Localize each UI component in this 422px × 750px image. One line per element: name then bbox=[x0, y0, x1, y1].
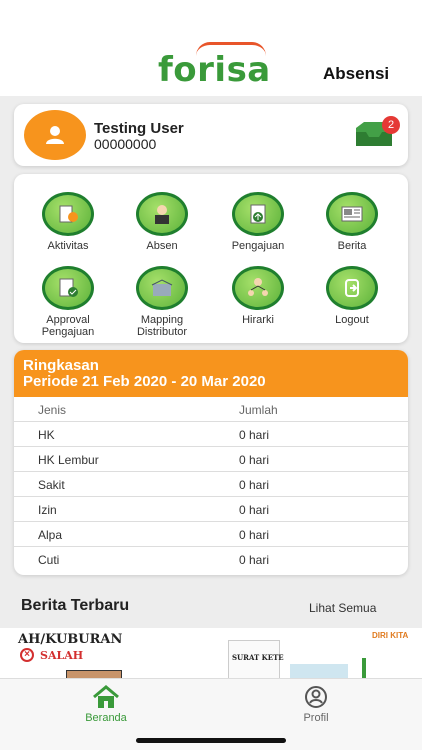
nav-label: Beranda bbox=[85, 712, 127, 724]
user-name: Testing User bbox=[94, 120, 184, 137]
menu-label: Logout bbox=[335, 314, 369, 326]
summary-period: Periode 21 Feb 2020 - 20 Mar 2020 bbox=[23, 373, 266, 390]
nav-label: Profil bbox=[303, 712, 329, 724]
menu-logout[interactable]: Logout bbox=[312, 266, 392, 326]
news-card[interactable]: SURAT KETE bbox=[228, 640, 284, 680]
news-carousel[interactable]: AH/KUBURAN × SALAH SURAT KETE DIRI KITA bbox=[0, 628, 422, 680]
row-value: 0 hari bbox=[239, 553, 270, 567]
table-header: Jenis Jumlah bbox=[14, 397, 408, 422]
row-value: 0 hari bbox=[239, 453, 270, 467]
table-row: HK 0 hari bbox=[14, 422, 408, 447]
approval-icon bbox=[42, 266, 94, 310]
avatar bbox=[24, 110, 86, 160]
brand-name: forisa bbox=[158, 50, 271, 90]
attendance-icon bbox=[136, 192, 188, 236]
news-thumb-sub: SALAH bbox=[40, 649, 84, 662]
row-type: Izin bbox=[38, 503, 57, 517]
summary-card: Ringkasan Periode 21 Feb 2020 - 20 Mar 2… bbox=[14, 350, 408, 575]
table-row: Cuti 0 hari bbox=[14, 547, 408, 572]
menu-mapping-distributor[interactable]: Mapping Distributor bbox=[122, 266, 202, 338]
menu-approval-pengajuan[interactable]: Approval Pengajuan bbox=[28, 266, 108, 338]
submission-icon bbox=[232, 192, 284, 236]
menu-label: Aktivitas bbox=[47, 240, 89, 252]
menu-label: Approval Pengajuan bbox=[41, 314, 95, 338]
row-type: Cuti bbox=[38, 553, 60, 567]
summary-title: Ringkasan bbox=[23, 357, 99, 374]
menu-berita[interactable]: Berita bbox=[312, 192, 392, 252]
row-type: Alpa bbox=[38, 528, 63, 542]
menu-pengajuan[interactable]: Pengajuan bbox=[218, 192, 298, 252]
menu-grid: Aktivitas Absen Pengajuan Berita Approva… bbox=[14, 174, 408, 343]
row-type: Sakit bbox=[38, 478, 65, 492]
hierarchy-icon bbox=[232, 266, 284, 310]
row-value: 0 hari bbox=[239, 528, 270, 542]
table-row: Alpa 0 hari bbox=[14, 522, 408, 547]
home-indicator[interactable] bbox=[136, 738, 286, 743]
column-jumlah: Jumlah bbox=[239, 403, 278, 417]
row-value: 0 hari bbox=[239, 428, 270, 442]
profile-card[interactable]: Testing User 00000000 2 bbox=[14, 104, 408, 166]
home-icon bbox=[93, 685, 119, 708]
news-card[interactable]: AH/KUBURAN × SALAH bbox=[0, 628, 210, 680]
nav-beranda[interactable]: Beranda bbox=[66, 685, 146, 724]
news-section-title: Berita Terbaru bbox=[21, 597, 130, 614]
row-value: 0 hari bbox=[239, 503, 270, 517]
nav-profil[interactable]: Profil bbox=[276, 685, 356, 724]
news-thumb-headline: AH/KUBURAN bbox=[18, 632, 123, 647]
menu-label: Pengajuan bbox=[231, 240, 285, 252]
menu-hirarki[interactable]: Hirarki bbox=[218, 266, 298, 326]
news-card[interactable]: DIRI KITA bbox=[362, 628, 422, 680]
menu-label: Absen bbox=[146, 240, 178, 252]
activity-icon bbox=[42, 192, 94, 236]
news-thumb-headline: DIRI KITA bbox=[372, 631, 409, 640]
forisa-logo: forisa bbox=[158, 42, 270, 90]
menu-label: Hirarki bbox=[242, 314, 274, 326]
row-value: 0 hari bbox=[239, 478, 270, 492]
distributor-icon bbox=[136, 266, 188, 310]
table-row: HK Lembur 0 hari bbox=[14, 447, 408, 472]
row-type: HK bbox=[38, 428, 55, 442]
row-type: HK Lembur bbox=[38, 453, 99, 467]
page-title: Absensi bbox=[323, 64, 390, 83]
news-thumb-headline: SURAT KETE bbox=[232, 653, 284, 662]
see-all-link[interactable]: Lihat Semua bbox=[309, 601, 376, 615]
news-icon bbox=[326, 192, 378, 236]
table-row: Izin 0 hari bbox=[14, 497, 408, 522]
menu-absen[interactable]: Absen bbox=[122, 192, 202, 252]
table-row: Sakit 0 hari bbox=[14, 472, 408, 497]
menu-aktivitas[interactable]: Aktivitas bbox=[28, 192, 108, 252]
menu-label: Berita bbox=[337, 240, 367, 252]
summary-header: Ringkasan Periode 21 Feb 2020 - 20 Mar 2… bbox=[14, 350, 408, 397]
menu-label: Mapping Distributor bbox=[136, 314, 188, 338]
user-id: 00000000 bbox=[94, 136, 157, 152]
cross-icon: × bbox=[20, 648, 34, 662]
news-thumb-accent bbox=[362, 658, 366, 680]
profile-icon bbox=[305, 686, 327, 708]
logout-icon bbox=[326, 266, 378, 310]
column-jenis: Jenis bbox=[38, 403, 67, 417]
notification-badge: 2 bbox=[382, 116, 400, 134]
user-icon bbox=[46, 126, 64, 144]
app-header: forisa Absensi bbox=[0, 0, 422, 96]
